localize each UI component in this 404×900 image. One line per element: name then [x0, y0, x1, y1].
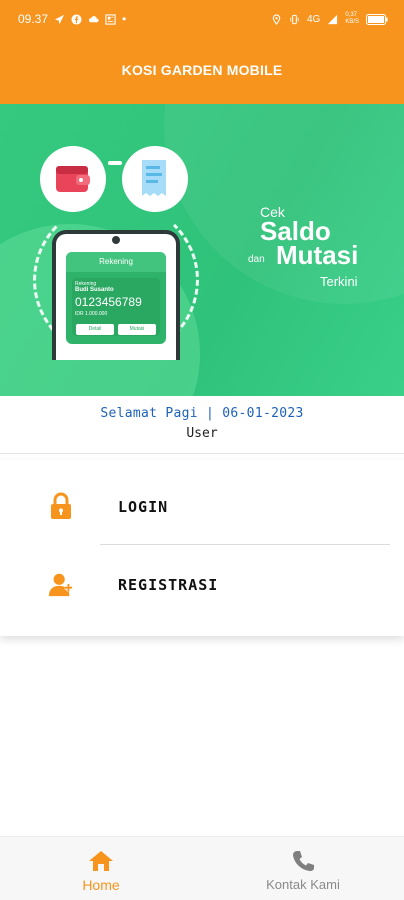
speed-unit: KB/S	[345, 19, 359, 25]
card-detail-button: Detail	[76, 324, 114, 335]
network-label: 4G	[306, 13, 321, 25]
phone-notch	[112, 236, 120, 244]
add-user-icon	[48, 573, 73, 597]
location-icon	[272, 13, 281, 25]
status-bar-right: 4G 0,37 KB/S	[271, 12, 388, 26]
account-card: Rekening Rekening Budi Susanto 012345678…	[66, 252, 166, 344]
promo-terkini: Terkini	[320, 274, 358, 289]
card-balance: IDR 1.000.000	[75, 311, 108, 317]
nav-kontak-label: Kontak Kami	[266, 877, 340, 892]
speed-value: 0,37	[345, 12, 357, 18]
receipt-icon	[142, 160, 166, 196]
speed-indicator: 0,37 KB/S	[345, 12, 359, 26]
banner-connector	[108, 161, 122, 165]
news-icon	[105, 13, 116, 25]
signal-icon	[328, 14, 338, 24]
app-title: KOSI GARDEN MOBILE	[121, 62, 283, 78]
card-account-number: 0123456789	[75, 295, 142, 309]
facebook-icon	[71, 13, 82, 25]
login-button[interactable]: LOGIN	[0, 466, 404, 545]
registrasi-label: REGISTRASI	[118, 576, 219, 594]
bottom-navigation: Home Kontak Kami	[0, 836, 404, 900]
status-time: 09.37	[18, 12, 49, 26]
login-label: LOGIN	[118, 498, 169, 516]
wallet-circle	[40, 146, 106, 212]
registrasi-button[interactable]: REGISTRASI	[0, 544, 404, 622]
menu-card: LOGIN REGISTRASI	[0, 460, 404, 636]
promo-banner[interactable]: Rekening Rekening Budi Susanto 012345678…	[0, 104, 404, 396]
vibrate-icon	[290, 14, 299, 24]
cloud-icon	[89, 15, 99, 22]
nav-home-label: Home	[82, 877, 120, 893]
app-bar: KOSI GARDEN MOBILE	[0, 36, 404, 104]
card-name: Budi Susanto	[75, 287, 114, 293]
home-icon	[89, 851, 113, 871]
wallet-icon	[56, 166, 90, 192]
receipt-circle	[122, 146, 188, 212]
card-header: Rekening	[66, 252, 166, 272]
dot-icon: •	[122, 12, 127, 26]
greeting-user: User	[186, 426, 218, 441]
lock-icon	[51, 492, 71, 519]
card-mutasi-button: Mutasi	[118, 324, 156, 335]
greeting-date: Selamat Pagi | 06-01-2023	[100, 406, 304, 421]
card-body: Rekening Budi Susanto 0123456789 IDR 1.0…	[72, 278, 160, 336]
phone-illustration: Rekening Rekening Budi Susanto 012345678…	[52, 230, 180, 360]
promo-mutasi: Mutasi	[276, 240, 359, 270]
status-bar: 09.37 • 4G 0,37 KB/S	[0, 0, 404, 36]
navigation-icon	[54, 14, 65, 24]
status-bar-left: 09.37 •	[18, 12, 126, 26]
promo-dan: dan	[248, 254, 265, 265]
greeting-section: Selamat Pagi | 06-01-2023 User	[0, 396, 404, 454]
battery-icon	[366, 13, 388, 25]
nav-kontak-kami[interactable]: Kontak Kami	[202, 837, 404, 900]
phone-icon	[293, 851, 314, 871]
nav-home[interactable]: Home	[0, 837, 202, 900]
